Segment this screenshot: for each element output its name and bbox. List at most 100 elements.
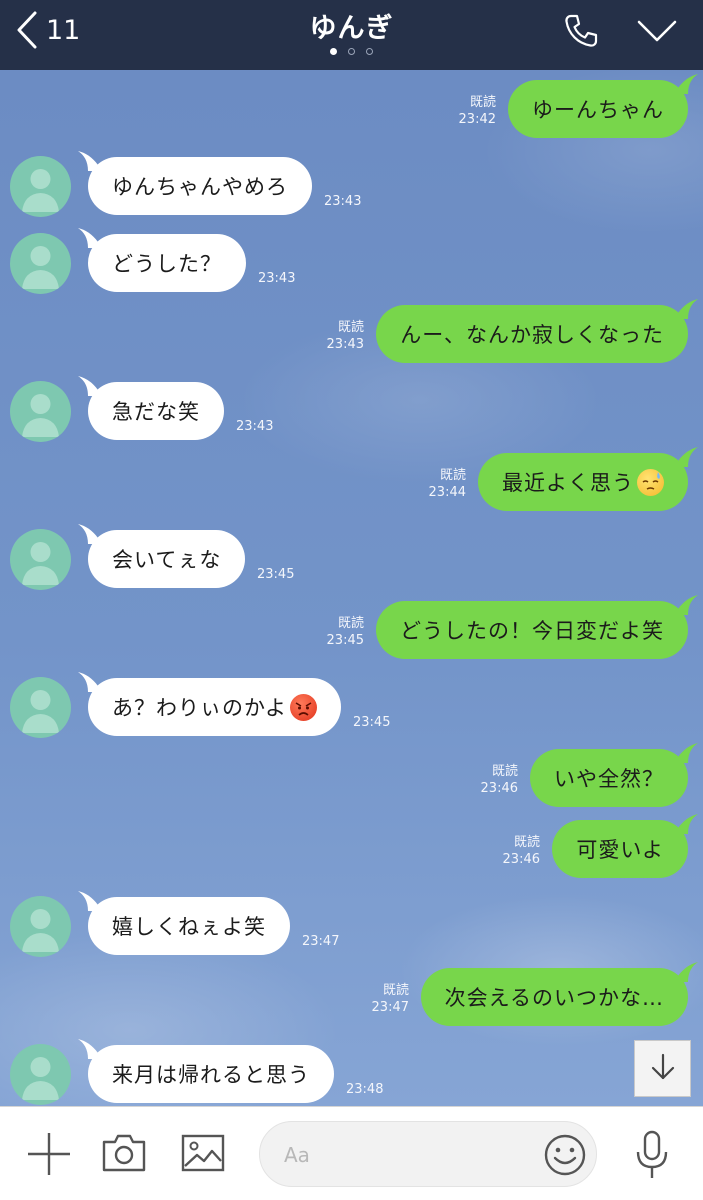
message-text: 次会えるのいつかな… [444,986,664,1010]
timestamp: 23:43 [258,271,296,286]
incoming-message: 嬉しくねぇよ笑 23:47 [0,891,703,957]
message-meta: 既読 23:42 [459,94,496,128]
message-meta: 既読 23:45 [327,615,364,649]
chat-header: 11 ゆんぎ [0,0,703,70]
message-meta: 23:43 [236,418,273,435]
message-list[interactable]: ゆーんちゃん 既読 23:42 ゆんちゃんやめろ 23:43 どうした？ 23:43 んー、な… [0,70,703,1106]
outgoing-message: 最近よく思う 既読 23:44 [0,447,703,513]
message-input-box[interactable] [259,1121,597,1187]
timestamp: 23:47 [302,934,340,949]
message-meta: 23:45 [257,566,294,583]
message-meta: 既読 23:46 [481,763,518,797]
page-dot [366,48,373,55]
timestamp: 23:46 [502,852,540,867]
angry-face-icon [289,693,317,721]
timestamp: 23:43 [236,419,274,434]
avatar[interactable] [10,156,71,217]
outgoing-message: んー、なんか寂しくなった 既読 23:43 [0,299,703,365]
message-bubble[interactable]: 次会えるのいつかな… [420,962,698,1026]
add-button[interactable] [26,1131,72,1181]
message-bubble[interactable]: んー、なんか寂しくなった [376,299,698,363]
message-bubble[interactable]: いや全然？ [530,743,698,807]
timestamp: 23:43 [324,194,362,209]
incoming-message: 急だな笑 23:43 [0,376,703,442]
timestamp: 23:48 [346,1082,384,1097]
message-input[interactable] [282,1136,526,1174]
message-bubble[interactable]: あ？わりぃのかよ [78,672,341,736]
input-toolbar [0,1106,703,1200]
incoming-message: どうした？ 23:43 [0,228,703,294]
timestamp: 23:43 [326,337,364,352]
avatar[interactable] [10,529,71,590]
phone-icon [562,14,600,54]
message-meta: 23:43 [258,270,295,287]
message-bubble[interactable]: 来月は帰れると思う [78,1039,334,1103]
timestamp: 23:47 [371,1000,409,1015]
read-receipt: 既読 [337,320,364,335]
message-text: 最近よく思う [502,471,634,495]
avatar[interactable] [10,1044,71,1105]
voice-button[interactable] [634,1129,670,1185]
timestamp: 23:45 [353,715,391,730]
chevron-down-icon [636,20,678,48]
smiley-icon[interactable] [543,1133,587,1181]
image-icon [180,1134,226,1177]
message-text: 嬉しくねぇよ笑 [112,915,266,939]
message-bubble[interactable]: ゆーんちゃん [508,74,698,138]
scroll-to-bottom-button[interactable] [634,1040,691,1097]
read-receipt: 既読 [491,764,518,779]
outgoing-message: ゆーんちゃん 既読 23:42 [0,74,703,140]
message-meta: 23:43 [324,193,361,210]
microphone-icon [634,1130,670,1185]
message-text: どうしたの！今日変だよ笑 [400,619,664,643]
incoming-message: 会いてぇな 23:45 [0,524,703,590]
message-text: んー、なんか寂しくなった [400,323,664,347]
sweat-face-icon [637,468,664,496]
message-text: ゆんちゃんやめろ [112,175,288,199]
message-bubble[interactable]: 嬉しくねぇよ笑 [78,891,290,955]
gallery-button[interactable] [180,1133,226,1177]
message-bubble[interactable]: ゆんちゃんやめろ [78,151,312,215]
camera-button[interactable] [101,1133,147,1177]
menu-toggle-button[interactable] [636,18,678,48]
message-text: いや全然？ [554,767,664,791]
message-meta: 既読 23:46 [503,834,540,868]
message-meta: 既読 23:47 [372,982,409,1016]
avatar[interactable] [10,381,71,442]
incoming-message: あ？わりぃのかよ 23:45 [0,672,703,738]
incoming-message: 来月は帰れると思う 23:48 [0,1039,703,1105]
message-bubble[interactable]: 急だな笑 [78,376,224,440]
timestamp: 23:45 [257,567,295,582]
read-receipt: 既読 [337,616,364,631]
page-dot [330,48,337,55]
outgoing-message: いや全然？ 既読 23:46 [0,743,703,809]
message-bubble[interactable]: どうした？ [78,228,246,292]
timestamp: 23:44 [428,485,466,500]
plus-icon [26,1133,72,1181]
outgoing-message: どうしたの！今日変だよ笑 既読 23:45 [0,595,703,661]
message-bubble[interactable]: 可愛いよ [552,814,698,878]
arrow-down-icon [648,1052,678,1086]
message-text: どうした？ [112,252,222,276]
avatar[interactable] [10,896,71,957]
read-receipt: 既読 [513,835,540,850]
message-bubble[interactable]: どうしたの！今日変だよ笑 [376,595,698,659]
message-meta: 既読 23:44 [429,467,466,501]
message-text: 来月は帰れると思う [112,1063,310,1087]
timestamp: 23:46 [480,781,518,796]
read-receipt: 既読 [469,95,496,110]
message-bubble[interactable]: 会いてぇな [78,524,246,588]
incoming-message: ゆんちゃんやめろ 23:43 [0,151,703,217]
camera-icon [101,1134,147,1177]
message-text: 急だな笑 [112,400,200,424]
timestamp: 23:45 [326,633,364,648]
message-bubble[interactable]: 最近よく思う [478,447,698,511]
page-dot [348,48,355,55]
message-text: ゆーんちゃん [532,98,664,122]
message-meta: 23:48 [346,1081,383,1098]
message-text: あ？わりぃのかよ [112,696,287,720]
outgoing-message: 可愛いよ 既読 23:46 [0,814,703,880]
call-button[interactable] [562,12,600,54]
avatar[interactable] [10,677,71,738]
avatar[interactable] [10,233,71,294]
